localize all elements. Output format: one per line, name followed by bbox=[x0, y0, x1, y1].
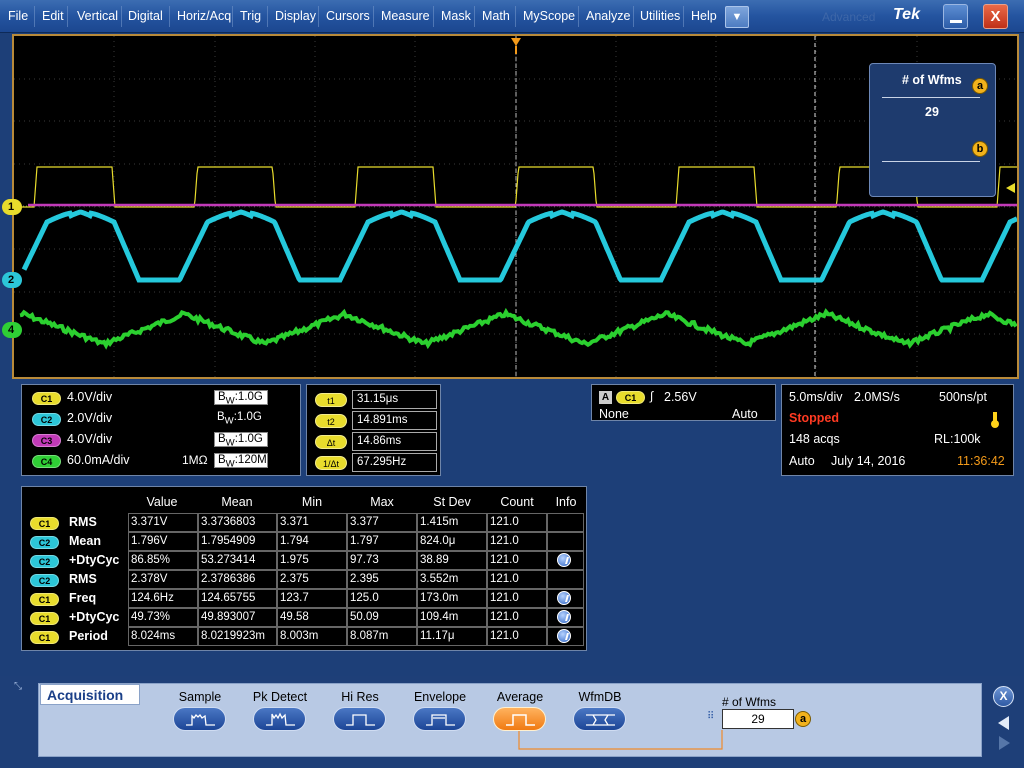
wfms-input-badge[interactable]: a bbox=[795, 711, 811, 727]
wfms-label: # of Wfms bbox=[722, 695, 777, 709]
close-panel-button[interactable]: X bbox=[993, 686, 1014, 707]
keypad-icon[interactable]: ⠿ bbox=[707, 711, 714, 722]
wfms-input[interactable]: 29 bbox=[722, 709, 794, 729]
average-link-line bbox=[518, 730, 723, 750]
panel-forward-icon[interactable] bbox=[999, 736, 1010, 750]
panel-back-icon[interactable] bbox=[998, 716, 1009, 730]
